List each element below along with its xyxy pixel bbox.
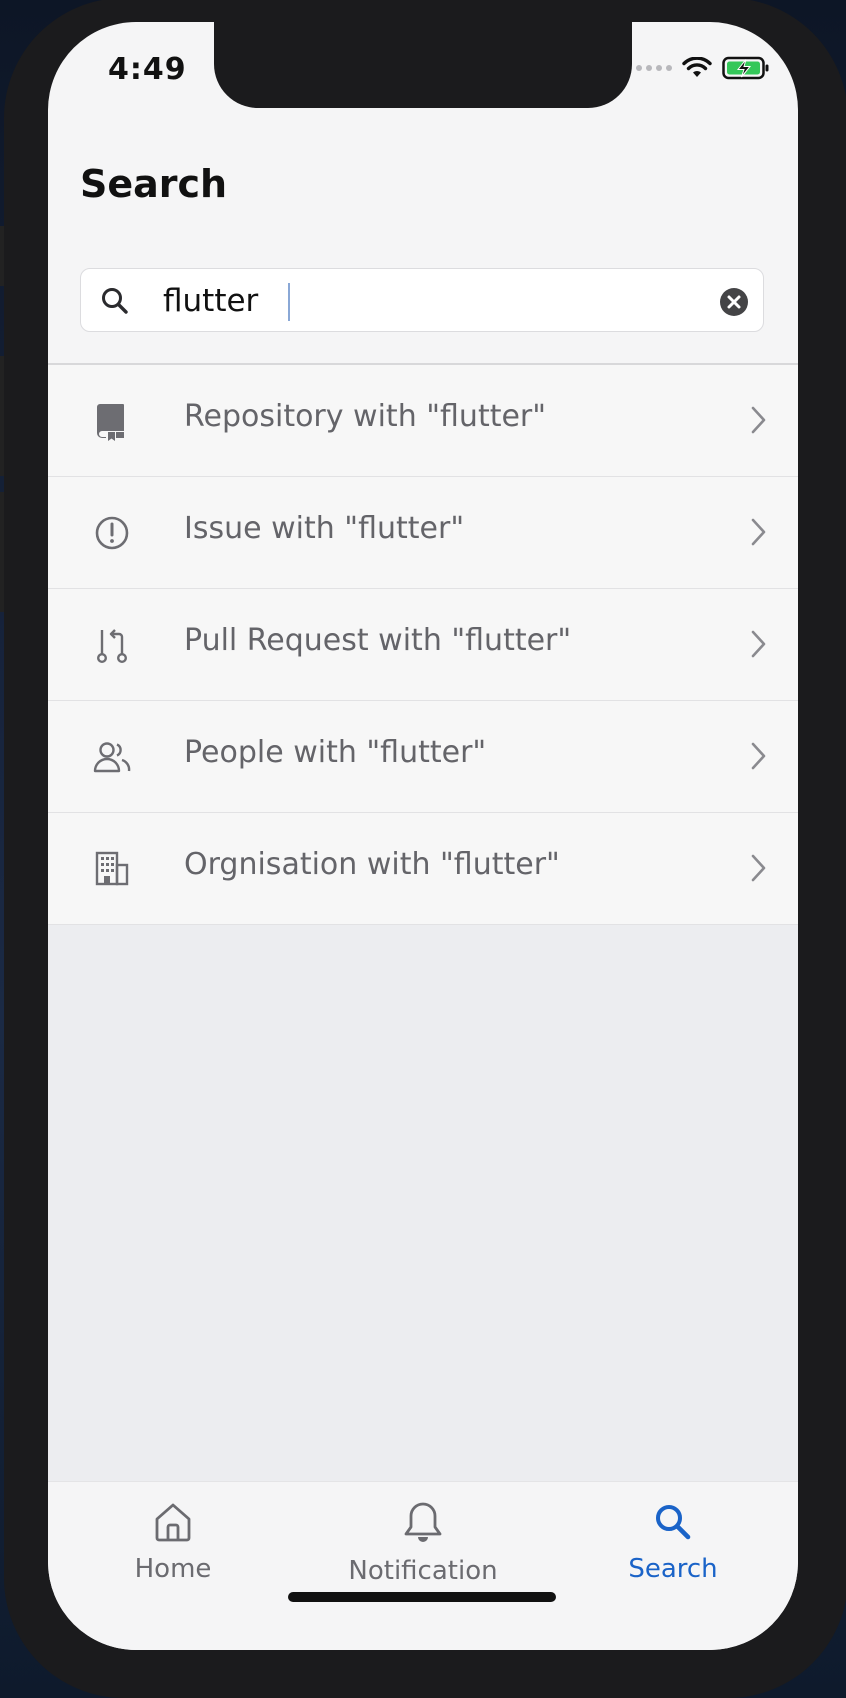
chevron-right-icon: [751, 518, 766, 546]
list-item-repository[interactable]: Repository with "flutter": [48, 365, 798, 477]
text-cursor: [288, 283, 290, 321]
list-item-people[interactable]: People with "flutter": [48, 701, 798, 813]
app-screen: 4:49 Search flutter Repository with "flu…: [48, 22, 798, 1650]
list-item-pull-request[interactable]: Pull Request with "flutter": [48, 589, 798, 701]
tab-bar: Home Notification Search: [48, 1481, 798, 1650]
issue-icon: [95, 516, 129, 550]
home-indicator: [288, 1592, 556, 1602]
device-notch: [214, 22, 632, 108]
list-item-issue[interactable]: Issue with "flutter": [48, 477, 798, 589]
chevron-right-icon: [751, 630, 766, 658]
clear-search-icon[interactable]: [719, 287, 749, 317]
home-icon: [155, 1503, 191, 1542]
status-time: 4:49: [108, 52, 187, 87]
pull-request-icon: [96, 629, 128, 664]
organisation-icon: [95, 851, 129, 886]
list-item-label: Issue with "flutter": [184, 511, 465, 546]
status-icons: [636, 56, 770, 80]
wifi-icon: [682, 57, 712, 77]
search-input[interactable]: [163, 279, 683, 323]
empty-content-area: [48, 925, 798, 1481]
people-icon: [93, 742, 131, 773]
bell-icon: [404, 1502, 442, 1542]
tab-label: Home: [134, 1554, 212, 1584]
list-item-label: People with "flutter": [184, 735, 487, 770]
tab-label: Search: [628, 1554, 718, 1584]
chevron-right-icon: [751, 854, 766, 882]
phone-frame: 4:49 Search flutter Repository with "flu…: [4, 0, 846, 1698]
search-field[interactable]: [80, 268, 764, 332]
tab-search[interactable]: Search: [548, 1500, 798, 1584]
chevron-right-icon: [751, 406, 766, 434]
page-title: Search: [80, 162, 228, 206]
search-icon: [656, 1505, 691, 1540]
search-icon: [102, 288, 128, 314]
tab-home[interactable]: Home: [48, 1500, 298, 1584]
chevron-right-icon: [751, 742, 766, 770]
list-item-organisation[interactable]: Orgnisation with "flutter": [48, 813, 798, 925]
tab-notification[interactable]: Notification: [298, 1500, 548, 1586]
list-item-label: Orgnisation with "flutter": [184, 847, 560, 882]
battery-charging-icon: [722, 56, 769, 80]
repository-icon: [97, 404, 124, 441]
tab-label: Notification: [348, 1556, 498, 1586]
list-item-label: Repository with "flutter": [184, 399, 547, 434]
search-scope-list: Repository with "flutter" Issue with "fl…: [48, 365, 798, 925]
signal-dots-icon: [636, 65, 672, 71]
list-item-label: Pull Request with "flutter": [184, 623, 572, 658]
